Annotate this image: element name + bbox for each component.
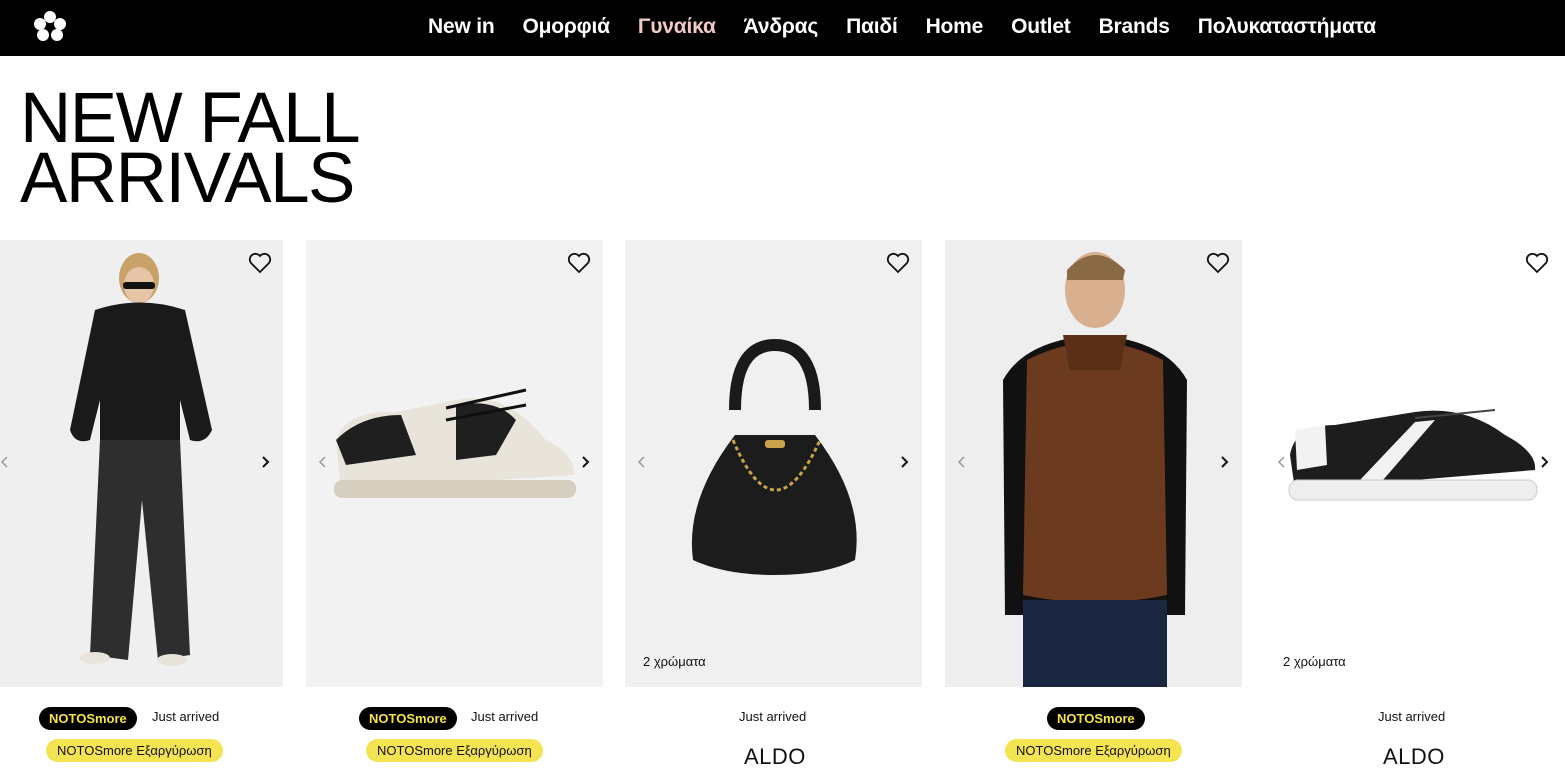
brand-name[interactable]: ALDO <box>1383 744 1445 770</box>
page-title: NEW FALL ARRIVALS <box>20 83 361 218</box>
heart-outline-icon[interactable] <box>886 252 910 274</box>
nav-item-kids[interactable]: Παιδί <box>832 0 911 56</box>
product-card-2[interactable] <box>306 240 603 687</box>
chevron-right-icon[interactable] <box>258 452 272 472</box>
page-title-line-2: ARRIVALS <box>20 139 355 218</box>
nav-item-new-in[interactable]: New in <box>414 0 508 56</box>
heart-outline-icon[interactable] <box>1525 252 1549 274</box>
nav-item-home[interactable]: Home <box>912 0 998 56</box>
just-arrived-label: Just arrived <box>471 709 539 724</box>
chevron-right-icon[interactable] <box>897 452 911 472</box>
product-image <box>945 240 1242 687</box>
top-navigation-bar: New in Ομορφιά Γυναίκα Άνδρας Παιδί Home… <box>0 0 1565 56</box>
just-arrived-label: Just arrived <box>152 709 220 724</box>
product-card-5[interactable]: 2 χρώματα <box>1265 240 1565 687</box>
heart-outline-icon[interactable] <box>248 252 272 274</box>
chevron-right-icon[interactable] <box>1217 452 1231 472</box>
chevron-left-icon[interactable] <box>316 452 330 472</box>
product-card-1[interactable] <box>0 240 283 687</box>
nav-item-women[interactable]: Γυναίκα <box>624 0 730 56</box>
chevron-left-icon[interactable] <box>1275 452 1289 472</box>
chevron-right-icon[interactable] <box>578 452 592 472</box>
product-meta-5: Just arrived ALDO <box>1265 704 1565 770</box>
heart-outline-icon[interactable] <box>1206 252 1230 274</box>
nav-item-outlet[interactable]: Outlet <box>997 0 1084 56</box>
brand-name[interactable]: ALDO <box>744 744 806 770</box>
just-arrived-label: Just arrived <box>1378 709 1446 724</box>
product-image <box>0 240 283 687</box>
promo-badge: NOTOSmore Εξαργύρωση <box>1005 739 1182 762</box>
product-meta-4: NOTOSmore NOTOSmore Εξαργύρωση <box>945 704 1242 770</box>
chevron-left-icon[interactable] <box>635 452 649 472</box>
just-arrived-label: Just arrived <box>739 709 807 724</box>
product-image <box>1265 240 1565 687</box>
logo-icon[interactable] <box>33 11 67 41</box>
notosmore-badge: NOTOSmore <box>359 707 457 730</box>
product-meta-3: Just arrived ALDO <box>625 704 922 770</box>
colors-count-label: 2 χρώματα <box>1283 654 1346 669</box>
chevron-left-icon[interactable] <box>0 452 12 472</box>
product-image <box>625 240 922 687</box>
product-meta-2: NOTOSmore Just arrived NOTOSmore Εξαργύρ… <box>306 704 603 770</box>
chevron-right-icon[interactable] <box>1537 452 1551 472</box>
product-image <box>306 240 603 687</box>
chevron-left-icon[interactable] <box>955 452 969 472</box>
nav-item-beauty[interactable]: Ομορφιά <box>508 0 623 56</box>
colors-count-label: 2 χρώματα <box>643 654 706 669</box>
main-nav: New in Ομορφιά Γυναίκα Άνδρας Παιδί Home… <box>414 0 1390 56</box>
product-meta-1: NOTOSmore Just arrived NOTOSmore Εξαργύρ… <box>0 704 283 770</box>
nav-item-brands[interactable]: Brands <box>1085 0 1184 56</box>
notosmore-badge: NOTOSmore <box>1047 707 1145 730</box>
heart-outline-icon[interactable] <box>567 252 591 274</box>
product-card-3[interactable]: 2 χρώματα <box>625 240 922 687</box>
product-card-4[interactable] <box>945 240 1242 687</box>
promo-badge: NOTOSmore Εξαργύρωση <box>46 739 223 762</box>
notosmore-badge: NOTOSmore <box>39 707 137 730</box>
promo-badge: NOTOSmore Εξαργύρωση <box>366 739 543 762</box>
nav-item-men[interactable]: Άνδρας <box>730 0 832 56</box>
nav-item-department-stores[interactable]: Πολυκαταστήματα <box>1184 0 1390 56</box>
